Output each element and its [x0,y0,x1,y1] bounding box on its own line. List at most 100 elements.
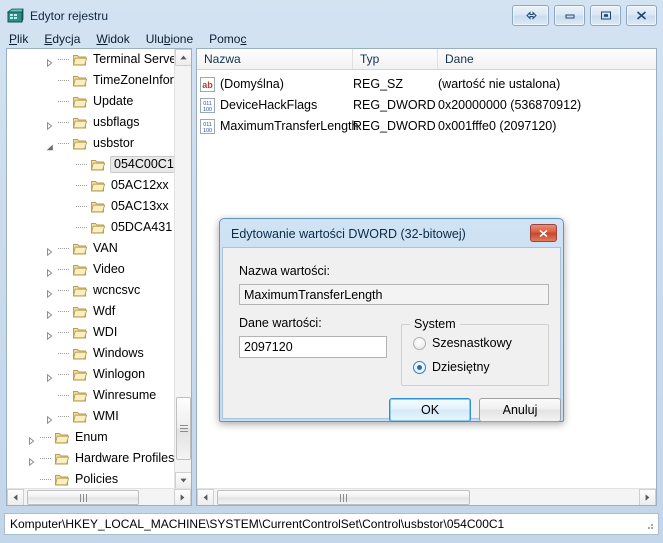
table-row[interactable]: 011100MaximumTransferLengthREG_DWORD0x00… [197,116,656,136]
tree-expander-placeholder [61,154,76,175]
chevron-right-icon[interactable] [25,448,40,469]
column-header-dane[interactable]: Dane [438,49,656,69]
tree-expander-placeholder [25,469,40,489]
registry-tree[interactable]: Terminal ServerTimeZoneInformUpdate usbfl… [7,49,177,489]
column-header-typ[interactable]: Typ [353,49,438,69]
tree-item-label: Winlogon [92,366,149,383]
folder-icon [90,158,106,172]
chevron-down-icon[interactable] [43,133,58,154]
chevron-right-icon[interactable] [43,280,58,301]
menu-item-widok[interactable]: Widok [96,30,139,48]
tree-scroll-down-button[interactable] [175,472,192,489]
folder-icon [72,53,88,67]
cancel-button[interactable]: Anuluj [479,398,561,422]
tree-item-label: WMI [92,408,123,425]
tree-indent [7,322,43,343]
close-button[interactable] [626,5,657,26]
menu-item-pomoc[interactable]: Pomoc [209,30,256,48]
tree-item-label: usbflags [92,114,144,131]
tree-item-update[interactable]: Update [7,91,177,112]
svg-text:100: 100 [203,107,212,113]
tree-item-usbflags[interactable]: usbflags [7,112,177,133]
tree-item-enum[interactable]: Enum [7,427,177,448]
tree-horizontal-scrollbar[interactable] [7,488,191,505]
tree-connector [58,70,72,91]
value-name-input[interactable]: MaximumTransferLength [239,284,549,305]
tree-scroll-right-button[interactable] [174,489,191,506]
values-scroll-left-button[interactable] [197,489,214,506]
tree-item-05dca431[interactable]: 05DCA431 [7,217,177,238]
tree-scrollbar-thumb[interactable] [176,397,191,460]
tree-item-terminal-server[interactable]: Terminal Server [7,49,177,70]
chevron-right-icon[interactable] [43,259,58,280]
values-horizontal-scrollbar[interactable] [197,488,656,505]
chevron-right-icon[interactable] [43,301,58,322]
tree-item-video[interactable]: Video [7,259,177,280]
radio-hexadecimal[interactable]: Szesnastkowy [413,336,512,350]
tree-scroll-up-button[interactable] [175,49,192,66]
tree-item-timezoneinform[interactable]: TimeZoneInform [7,70,177,91]
tree-item-label: Enum [74,429,112,446]
minimize-button[interactable] [554,5,585,26]
chevron-right-icon[interactable] [43,406,58,427]
chevron-right-icon[interactable] [43,238,58,259]
folder-icon [72,242,88,256]
tree-item-wmi[interactable]: WMI [7,406,177,427]
column-header-nazwa[interactable]: Nazwa [197,49,353,69]
tree-item-hardware-profiles[interactable]: Hardware Profiles [7,448,177,469]
tree-hscrollbar-thumb[interactable] [27,490,139,505]
tree-item-winresume[interactable]: Winresume [7,385,177,406]
restore-size-button[interactable] [512,5,549,26]
tree-item-winlogon[interactable]: Winlogon [7,364,177,385]
value-data-input[interactable]: 2097120 [239,336,387,358]
chevron-right-icon[interactable] [43,364,58,385]
tree-expander-placeholder [43,70,58,91]
resize-grip-icon[interactable] [643,519,655,531]
dialog-close-button[interactable] [530,224,557,242]
tree-item-054c00c1[interactable]: 054C00C1 [7,154,177,175]
window-controls [512,5,657,26]
tree-item-usbstor[interactable]: usbstor [7,133,177,154]
status-bar: Komputer\HKEY_LOCAL_MACHINE\SYSTEM\Curre… [4,513,659,535]
tree-item-windows[interactable]: Windows [7,343,177,364]
menu-item-plik[interactable]: Plik [9,30,38,48]
chevron-right-icon[interactable] [25,427,40,448]
folder-icon [72,137,88,151]
tree-item-label: Wdf [92,303,119,320]
table-row[interactable]: 011100DeviceHackFlagsREG_DWORD0x20000000… [197,95,656,115]
radio-hexadecimal-indicator[interactable] [413,337,426,350]
value-data-cell: (wartość nie ustalona) [438,77,656,91]
tree-item-van[interactable]: VAN [7,238,177,259]
chevron-right-icon[interactable] [43,49,58,70]
maximize-button[interactable] [590,5,621,26]
tree-item-05ac12xx[interactable]: 05AC12xx [7,175,177,196]
menu-bar: Plik Edycja Widok Ulubione Pomoc [0,28,663,49]
tree-indent [7,91,43,112]
tree-indent [7,364,43,385]
tree-scroll-left-button[interactable] [7,489,24,506]
tree-item-label: Windows [92,345,148,362]
radio-decimal[interactable]: Dziesiętny [413,360,490,374]
tree-item-wdi[interactable]: WDI [7,322,177,343]
ok-button[interactable]: OK [389,398,471,422]
tree-expander-placeholder [61,196,76,217]
tree-item-policies[interactable]: Policies [7,469,177,489]
base-groupbox-title: System [410,317,460,331]
menu-item-edycja[interactable]: Edycja [44,30,90,48]
tree-item-05ac13xx[interactable]: 05AC13xx [7,196,177,217]
values-hscrollbar-thumb[interactable] [217,490,470,505]
chevron-right-icon[interactable] [43,112,58,133]
values-scroll-right-button[interactable] [639,489,656,506]
tree-item-wdf[interactable]: Wdf [7,301,177,322]
tree-connector [58,49,72,70]
tree-connector [40,469,54,489]
table-row[interactable]: ab(Domyślna)REG_SZ(wartość nie ustalona) [197,74,656,94]
base-groupbox: System [401,324,549,386]
chevron-right-icon[interactable] [43,322,58,343]
radio-decimal-indicator[interactable] [413,361,426,374]
menu-item-ulubione[interactable]: Ulubione [146,30,203,48]
tree-item-wcncsvc[interactable]: wcncsvc [7,280,177,301]
string-value-icon: ab [200,77,215,92]
folder-icon [54,473,70,487]
tree-vertical-scrollbar[interactable] [174,49,191,489]
